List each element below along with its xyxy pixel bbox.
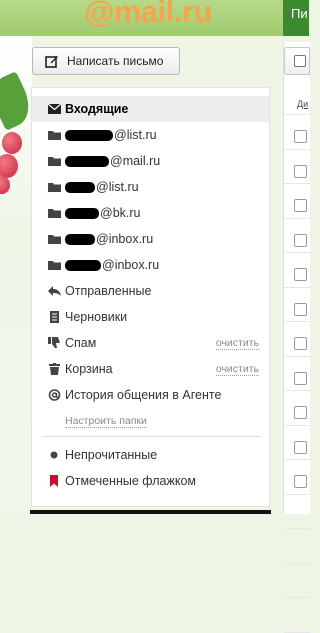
mailru-logo[interactable]: @mail.ru — [84, 0, 212, 30]
folder-label: Спам — [65, 336, 97, 350]
thumbs-down-icon — [48, 337, 60, 348]
mail-row-checkbox[interactable] — [294, 475, 307, 488]
mail-row-divider — [284, 424, 310, 426]
mail-row-divider — [284, 286, 310, 288]
mail-row-checkbox[interactable] — [294, 268, 307, 281]
folder-label: @inbox.ru — [65, 232, 153, 246]
redacted-username — [65, 182, 95, 194]
folder-icon — [48, 261, 61, 270]
folder-icon — [48, 157, 61, 166]
folder-icon — [48, 209, 61, 218]
mail-row-divider — [284, 459, 310, 460]
folder-label: @list.ru — [65, 180, 139, 194]
dot-icon — [50, 451, 58, 459]
mail-row-divider — [284, 321, 310, 322]
mail-row-checkbox[interactable] — [294, 130, 307, 143]
envelope-icon — [48, 103, 61, 114]
folder-account-bk[interactable]: @bk.ru — [32, 200, 269, 226]
filter-label: Отмеченные флажком — [65, 474, 197, 488]
select-all-button[interactable] — [284, 47, 310, 75]
folder-panel: Входящие @list.ru @mail.ru @list.ru @bk.… — [31, 87, 270, 507]
mail-row-divider — [284, 355, 310, 357]
berry-decoration — [0, 176, 10, 194]
clear-spam-link[interactable]: очистить — [215, 338, 259, 350]
folder-label: @list.ru — [65, 128, 157, 142]
folder-account-mail[interactable]: @mail.ru — [32, 148, 269, 174]
folder-spam[interactable]: Спам очистить — [32, 330, 269, 356]
redacted-username — [65, 234, 95, 246]
berry-decoration — [0, 154, 18, 178]
trash-icon — [49, 363, 60, 375]
redacted-username — [65, 208, 99, 220]
mail-row-divider — [284, 493, 310, 495]
compose-button[interactable]: Написать письмо — [32, 47, 180, 75]
at-icon — [48, 389, 61, 401]
top-header: @mail.ru — [0, 0, 309, 36]
mail-row-divider — [284, 390, 310, 391]
mail-row-divider — [284, 528, 310, 529]
folder-icon — [48, 183, 61, 192]
mail-row-checkbox[interactable] — [294, 440, 307, 454]
folder-icon — [48, 131, 61, 140]
mail-row-checkbox[interactable] — [294, 233, 307, 247]
mail-list-column: Ди — [283, 42, 310, 633]
folder-label: @inbox.ru — [65, 258, 159, 272]
folder-label: Отправленные — [65, 284, 152, 298]
mail-row-divider — [284, 183, 310, 184]
mail-row-divider — [284, 252, 310, 253]
folder-inbox[interactable]: Входящие — [32, 96, 269, 122]
configure-folders-link[interactable]: Настроить папки — [65, 416, 147, 428]
flag-icon — [50, 475, 58, 487]
decorative-background — [0, 36, 37, 514]
document-icon — [50, 311, 59, 323]
folder-drafts[interactable]: Черновики — [32, 304, 269, 330]
top-nav-tab[interactable]: Пи — [283, 0, 309, 36]
mail-row-divider — [284, 217, 310, 219]
folder-account-inbox-2[interactable]: @inbox.ru — [32, 252, 269, 278]
compose-icon — [45, 56, 58, 68]
mail-row-divider — [284, 148, 310, 150]
redacted-username — [65, 260, 101, 272]
mail-list-column-header[interactable]: Ди — [297, 99, 308, 109]
filter-unread[interactable]: Непрочитанные — [32, 442, 269, 468]
folder-sent[interactable]: Отправленные — [32, 278, 269, 304]
folder-label: @bk.ru — [65, 206, 140, 220]
redacted-username — [65, 156, 109, 168]
folder-account-inbox-1[interactable]: @inbox.ru — [32, 226, 269, 252]
clear-trash-link[interactable]: очистить — [215, 364, 259, 376]
folder-account-list-1[interactable]: @list.ru — [32, 122, 269, 148]
mail-row-checkbox[interactable] — [294, 406, 307, 419]
mail-row-divider — [284, 114, 310, 115]
mail-row-checkbox[interactable] — [294, 371, 307, 385]
compose-button-label: Написать письмо — [67, 54, 164, 68]
folder-agent-history[interactable]: История общения в Агенте — [32, 382, 269, 408]
folder-label: Входящие — [65, 102, 129, 116]
mail-row-divider — [284, 562, 310, 564]
top-nav-tab-label: Пи — [291, 6, 308, 21]
folder-label: История общения в Агенте — [65, 388, 222, 402]
divider — [42, 436, 260, 437]
folder-account-list-2[interactable]: @list.ru — [32, 174, 269, 200]
folder-label: @mail.ru — [65, 154, 160, 168]
filter-label: Непрочитанные — [65, 448, 158, 462]
mail-row-checkbox[interactable] — [294, 302, 307, 316]
folder-label: Корзина — [65, 362, 113, 376]
mail-row-divider — [284, 597, 310, 598]
select-all-checkbox[interactable] — [294, 55, 306, 67]
reply-icon — [48, 286, 61, 296]
folder-label: Черновики — [65, 310, 128, 324]
berry-decoration — [2, 132, 22, 154]
bottom-bar — [30, 510, 271, 514]
mail-row-divider — [284, 631, 310, 633]
folder-trash[interactable]: Корзина очистить — [32, 356, 269, 382]
mail-row-checkbox[interactable] — [294, 199, 307, 212]
redacted-username — [65, 130, 113, 142]
folder-icon — [48, 235, 61, 244]
mail-row-checkbox[interactable] — [294, 337, 307, 350]
mail-row-checkbox[interactable] — [294, 164, 307, 178]
filter-flagged[interactable]: Отмеченные флажком — [32, 468, 269, 494]
